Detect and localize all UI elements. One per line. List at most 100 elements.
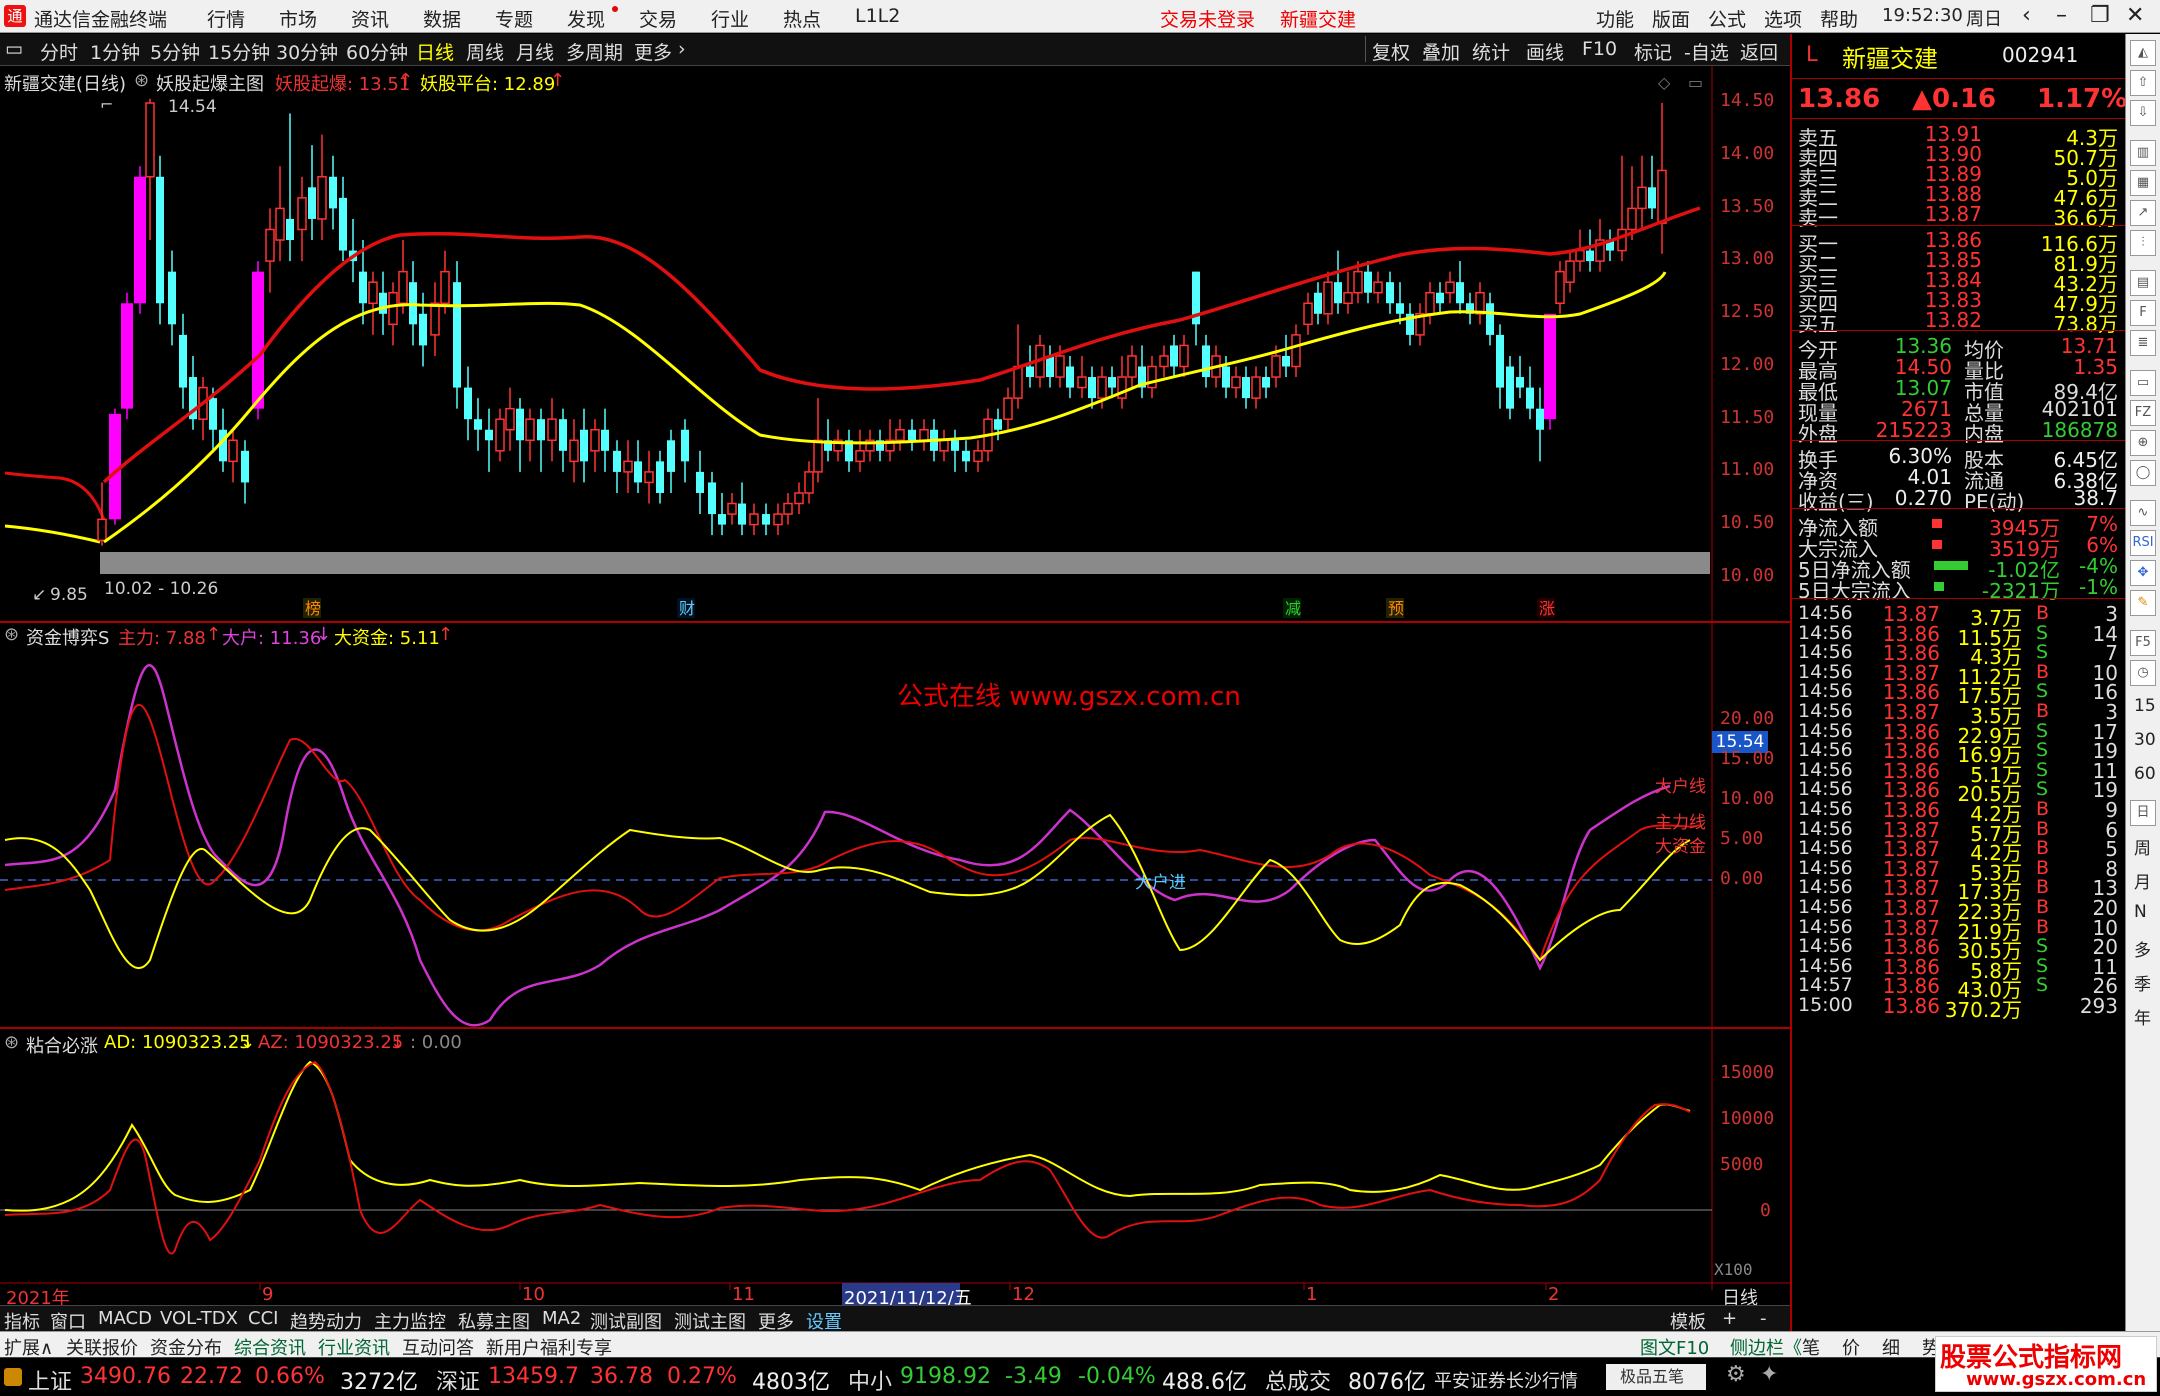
chart-area[interactable]: ⌐ 14.54 ↙ 9.85 10.02 - 10.26 ◇ ▭ 榜 财 减 预… — [0, 66, 1790, 1306]
bar-chart-icon[interactable]: ▦ — [2130, 170, 2156, 196]
period-tab[interactable]: 1分钟 — [90, 38, 140, 65]
menu-item[interactable]: 选项 — [1764, 5, 1802, 32]
kline-icon[interactable]: ⫶ — [2130, 230, 2156, 256]
index-value: 13459.7 — [488, 1364, 579, 1389]
settings-icon[interactable]: ⊛ — [134, 70, 149, 91]
menu-item[interactable]: 专题 — [495, 5, 533, 32]
menu-item[interactable]: 交易 — [639, 5, 677, 32]
pencil-icon[interactable]: ✎ — [2130, 590, 2156, 616]
period-tab[interactable]: 30分钟 — [276, 38, 338, 65]
menu-item[interactable]: 发现 — [567, 5, 605, 32]
period-tab-selected[interactable]: 日线 — [416, 38, 454, 65]
sidebar-period-month[interactable]: 月 — [2134, 868, 2151, 893]
sidebar-period-week[interactable]: 周 — [2134, 834, 2151, 859]
table-icon[interactable]: ▭ — [2130, 370, 2156, 396]
f5-icon[interactable]: F5 — [2130, 630, 2156, 656]
candle-body — [1496, 334, 1504, 388]
indicator-tab[interactable]: MA2 — [542, 1308, 581, 1329]
menu-item[interactable]: 行业 — [711, 5, 749, 32]
period-tab[interactable]: 多周期 — [566, 38, 623, 65]
fz-icon[interactable]: FZ — [2130, 400, 2156, 426]
toolbar-button[interactable]: 叠加 — [1422, 38, 1460, 65]
menu-item[interactable]: 市场 — [279, 5, 317, 32]
grid-icon[interactable]: ▤ — [2130, 270, 2156, 296]
toolbar-button[interactable]: F10 — [1582, 38, 1617, 60]
period-tab-more[interactable]: 更多 — [634, 38, 672, 65]
indicator-tab[interactable]: VOL-TDX — [160, 1308, 238, 1329]
p2-indicator-name[interactable]: 资金博弈S — [26, 624, 109, 650]
sidebar-period-multi[interactable]: 多 — [2134, 936, 2151, 961]
main-indicator-name[interactable]: 妖股起爆主图 — [156, 70, 264, 96]
sidebar-period-quarter[interactable]: 季 — [2134, 970, 2151, 995]
sidebar-logo-icon[interactable]: ◭ — [2130, 40, 2156, 66]
zoom-icon[interactable]: ⊕ — [2130, 430, 2156, 456]
ime-icon[interactable]: ✦ — [1760, 1362, 1778, 1387]
sidebar-min-15[interactable]: 15 — [2134, 696, 2156, 716]
back-icon[interactable]: ‹ — [2022, 3, 2031, 28]
chart-icon[interactable]: ▥ — [2130, 140, 2156, 166]
indicator-tab[interactable]: MACD — [98, 1308, 152, 1329]
add-button[interactable]: + — [1722, 1308, 1737, 1329]
toolbar-button[interactable]: 统计 — [1472, 38, 1510, 65]
menu-item[interactable]: L1L2 — [855, 5, 900, 27]
menu-item[interactable]: 功能 — [1596, 5, 1634, 32]
candle-body — [1486, 303, 1494, 335]
remove-button[interactable]: - — [1760, 1308, 1767, 1329]
toolbar-button[interactable]: 标记 — [1634, 38, 1672, 65]
event-marker-cai[interactable]: 财 — [679, 599, 695, 618]
minute-icon[interactable]: ◷ — [2130, 660, 2156, 686]
menu-item[interactable]: 数据 — [423, 5, 461, 32]
period-tab[interactable]: 60分钟 — [346, 38, 408, 65]
candle-body — [1202, 345, 1210, 378]
event-marker-jian[interactable]: 减 — [1285, 599, 1301, 618]
event-marker-yu[interactable]: 预 — [1388, 599, 1404, 618]
menu-item[interactable]: 公式 — [1708, 5, 1746, 32]
sidebar-period-n[interactable]: N — [2134, 902, 2147, 922]
arrow-up-icon[interactable]: ⇧ — [2130, 70, 2156, 96]
sidebar-min-30[interactable]: 30 — [2134, 730, 2156, 750]
rsi-icon[interactable]: RSI — [2130, 530, 2156, 556]
chevron-right-icon[interactable]: › — [678, 38, 686, 60]
sidebar-period-year[interactable]: 年 — [2134, 1004, 2151, 1029]
status-icon[interactable] — [4, 1368, 22, 1386]
toolbar-button[interactable]: 画线 — [1526, 38, 1564, 65]
trend-icon[interactable]: ↗ — [2130, 200, 2156, 226]
circle-icon[interactable]: ◯ — [2130, 460, 2156, 486]
settings-icon[interactable]: ⊛ — [4, 1032, 19, 1053]
trade-login-status[interactable]: 交易未登录 — [1160, 5, 1255, 32]
period-tab[interactable]: 分时 — [40, 38, 78, 65]
menu-item[interactable]: 版面 — [1652, 5, 1690, 32]
window-icon[interactable]: ▭ — [1688, 73, 1703, 92]
event-marker-zhang[interactable]: 涨 — [1539, 599, 1555, 618]
menu-item[interactable]: 资讯 — [351, 5, 389, 32]
period-tab[interactable]: 5分钟 — [150, 38, 200, 65]
indicator-tab[interactable]: CCI — [248, 1308, 278, 1329]
wave-icon[interactable]: ∿ — [2130, 500, 2156, 526]
period-tab[interactable]: 周线 — [466, 38, 504, 65]
move-icon[interactable]: ✥ — [2130, 560, 2156, 586]
ime-badge[interactable]: 极品五笔 — [1606, 1364, 1706, 1390]
price-change: ▲0.16 — [1912, 84, 1997, 114]
arrow-down-icon[interactable]: ⇩ — [2130, 100, 2156, 126]
toolbar-button[interactable]: 返回 — [1740, 38, 1778, 65]
period-tab[interactable]: 月线 — [516, 38, 554, 65]
ime-icon[interactable]: ⚙ — [1726, 1362, 1746, 1387]
settings-icon[interactable]: ⊛ — [4, 624, 19, 645]
toolbar-menu-icon[interactable]: ▭ — [5, 38, 23, 60]
sidebar-min-60[interactable]: 60 — [2134, 764, 2156, 784]
f10-icon[interactable]: F — [2130, 300, 2156, 326]
close-icon[interactable]: ✕ — [2126, 3, 2144, 28]
sidebar-period-day[interactable]: 日 — [2130, 800, 2156, 826]
toolbar-button[interactable]: -自选 — [1684, 38, 1729, 65]
p3-indicator-name[interactable]: 粘合必涨 — [26, 1032, 98, 1058]
toolbar-button[interactable]: 复权 — [1372, 38, 1410, 65]
menu-item[interactable]: 帮助 — [1820, 5, 1858, 32]
menu-item[interactable]: 行情 — [207, 5, 245, 32]
diamond-icon[interactable]: ◇ — [1658, 73, 1671, 92]
period-tab[interactable]: 15分钟 — [208, 38, 270, 65]
menu-item[interactable]: 热点 — [783, 5, 821, 32]
list-icon[interactable]: ≣ — [2130, 330, 2156, 356]
restore-icon[interactable]: ❐ — [2090, 3, 2110, 28]
event-marker-bang[interactable]: 榜 — [305, 599, 321, 618]
minimize-icon[interactable]: – — [2056, 3, 2067, 28]
